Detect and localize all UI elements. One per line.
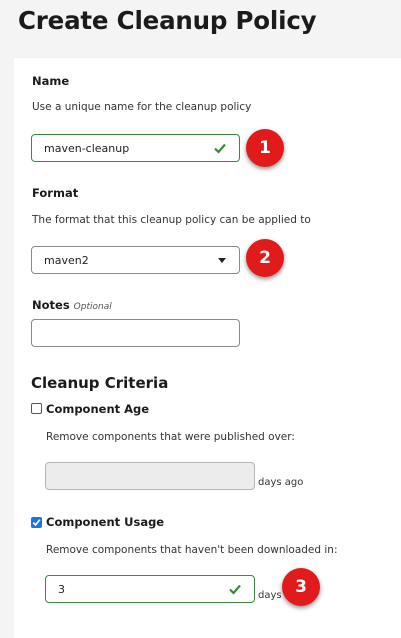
optional-tag: Optional: [73, 302, 112, 312]
component-age-input[interactable]: [45, 462, 255, 490]
name-help-text: Use a unique name for the cleanup policy: [32, 101, 252, 113]
component-age-units: days ago: [258, 477, 304, 488]
check-icon: [213, 141, 227, 155]
component-usage-label: Component Usage: [46, 515, 165, 529]
format-select-value: maven2: [44, 253, 89, 267]
page-title: Create Cleanup Policy: [18, 6, 317, 35]
component-usage-input[interactable]: 3: [45, 575, 255, 603]
name-input[interactable]: maven-cleanup: [31, 134, 240, 162]
callout-badge-1: 1: [246, 129, 284, 167]
notes-input[interactable]: [31, 319, 240, 347]
component-age-checkbox[interactable]: [31, 403, 42, 414]
component-usage-input-value: 3: [58, 582, 65, 596]
component-usage-help: Remove components that haven't been down…: [46, 544, 338, 556]
notes-label: Notes Optional: [32, 298, 112, 312]
callout-badge-2: 2: [246, 239, 284, 277]
checkmark-icon: [32, 519, 41, 527]
component-usage-units: days: [258, 590, 282, 601]
cleanup-criteria-heading: Cleanup Criteria: [31, 374, 169, 392]
callout-badge-3: 3: [282, 568, 320, 606]
component-usage-checkbox[interactable]: [31, 517, 42, 528]
component-age-row: Component Age: [31, 402, 149, 416]
format-label: Format: [32, 186, 79, 200]
name-label: Name: [32, 74, 70, 88]
notes-label-text: Notes: [32, 298, 70, 312]
format-help-text: The format that this cleanup policy can …: [32, 214, 311, 226]
caret-down-icon: [217, 255, 227, 265]
component-age-label: Component Age: [46, 402, 150, 416]
format-select[interactable]: maven2: [31, 246, 240, 274]
check-icon: [228, 582, 242, 596]
component-usage-row: Component Usage: [31, 515, 164, 529]
component-age-help: Remove components that were published ov…: [46, 431, 295, 443]
name-input-value: maven-cleanup: [44, 141, 130, 155]
